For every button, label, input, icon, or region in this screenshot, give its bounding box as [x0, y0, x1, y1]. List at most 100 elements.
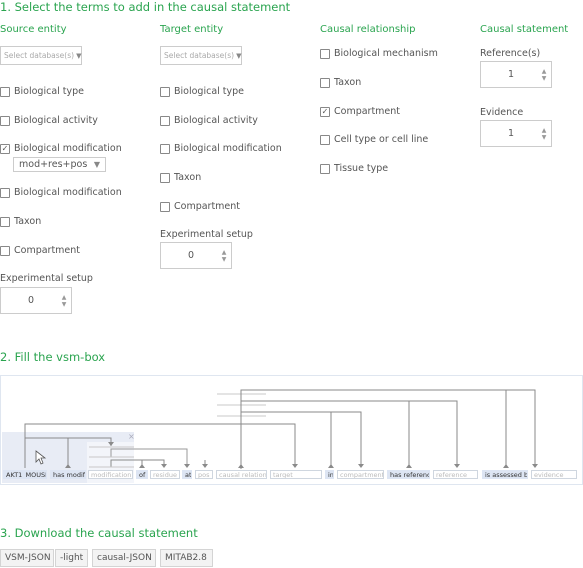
checkbox-icon[interactable]	[160, 201, 170, 212]
target-option-biological-type[interactable]: Biological type	[160, 86, 244, 97]
checkbox-icon[interactable]	[0, 216, 10, 227]
checkbox-icon[interactable]	[320, 163, 330, 174]
source-database-select[interactable]: Select database(s) ▼	[0, 46, 82, 65]
source-option-biological-modification-checked[interactable]: ✓ Biological modification	[0, 143, 122, 154]
vsm-token-at[interactable]: at	[182, 470, 192, 479]
vsm-token-of[interactable]: of	[136, 470, 148, 479]
vsm-field-evidence[interactable]: evidence	[531, 470, 577, 479]
vsm-field-target[interactable]: target	[270, 470, 322, 479]
option-label: Biological type	[14, 86, 85, 97]
target-experimental-setup-input[interactable]: 0 ▲ ▼	[160, 242, 232, 269]
arrow-up-icon[interactable]: ▲	[542, 68, 547, 75]
spinner-value: 0	[187, 250, 195, 261]
relationship-option-biological-mechanism[interactable]: Biological mechanism	[320, 48, 438, 59]
modification-format-value: mod+res+pos	[19, 159, 88, 170]
evidence-label: Evidence	[480, 107, 524, 118]
arrow-up-icon[interactable]: ▲	[62, 294, 67, 301]
target-database-placeholder: Select database(s)	[164, 51, 235, 60]
spinner-arrows[interactable]: ▲ ▼	[537, 127, 551, 141]
checkbox-icon[interactable]	[160, 143, 170, 154]
target-option-biological-activity[interactable]: Biological activity	[160, 115, 258, 126]
checkbox-icon[interactable]	[0, 187, 10, 198]
source-experimental-setup-input[interactable]: 0 ▲ ▼	[0, 287, 72, 314]
option-label: Biological type	[174, 86, 245, 97]
references-input[interactable]: 1 ▲ ▼	[480, 61, 552, 88]
checkbox-checked-icon[interactable]: ✓	[320, 106, 330, 117]
option-label: Taxon	[174, 172, 202, 183]
checkbox-icon[interactable]	[0, 115, 10, 126]
evidence-input[interactable]: 1 ▲ ▼	[480, 120, 552, 147]
option-label: Cell type or cell line	[334, 134, 429, 145]
download-causal-json-button[interactable]: causal-JSON	[92, 549, 156, 567]
target-option-compartment[interactable]: Compartment	[160, 201, 240, 212]
checkbox-icon[interactable]	[320, 77, 330, 88]
section-2-title: 2. Fill the vsm-box	[0, 350, 106, 364]
relationship-option-tissue-type[interactable]: Tissue type	[320, 163, 388, 174]
source-option-biological-type[interactable]: Biological type	[0, 86, 84, 97]
option-label: Biological modification	[174, 143, 282, 154]
section-1-title: 1. Select the terms to add in the causal…	[0, 0, 291, 14]
chevron-down-icon: ▼	[76, 51, 82, 60]
spinner-value: 0	[27, 295, 35, 306]
references-label: Reference(s)	[480, 48, 541, 59]
checkbox-checked-icon[interactable]: ✓	[0, 143, 10, 154]
download-vsm-json-button[interactable]: VSM-JSON	[0, 549, 54, 567]
vsm-field-reference[interactable]: reference	[433, 470, 478, 479]
checkbox-icon[interactable]	[320, 134, 330, 145]
vsm-field-pos[interactable]: pos	[195, 470, 213, 479]
vsm-token-source-entity[interactable]: AKT1_MOUSE	[3, 470, 47, 479]
vsm-field-compartment[interactable]: compartment	[337, 470, 384, 479]
chevron-down-icon: ▼	[236, 51, 242, 60]
arrow-down-icon[interactable]: ▼	[62, 301, 67, 308]
target-option-taxon[interactable]: Taxon	[160, 172, 201, 183]
vsm-field-residue[interactable]: residue	[150, 470, 180, 479]
arrow-up-icon[interactable]: ▲	[542, 127, 547, 134]
vsm-token-in[interactable]: in	[325, 470, 334, 479]
download-mitab-button[interactable]: MITAB2.8	[160, 549, 213, 567]
checkbox-icon[interactable]	[160, 172, 170, 183]
arrow-down-icon[interactable]: ▼	[542, 134, 547, 141]
causal-statement-heading: Causal statement	[480, 24, 569, 35]
checkbox-icon[interactable]	[160, 115, 170, 126]
relationship-option-taxon[interactable]: Taxon	[320, 77, 361, 88]
checkbox-icon[interactable]	[160, 86, 170, 97]
download-vsm-json-light-button[interactable]: -light	[55, 549, 88, 567]
causal-relationship-heading: Causal relationship	[320, 24, 416, 35]
vsm-token-has-modif[interactable]: has modif.	[50, 470, 86, 479]
arrow-down-icon[interactable]: ▼	[222, 256, 227, 263]
chevron-down-icon: ▼	[93, 160, 100, 169]
source-option-biological-modification-2[interactable]: Biological modification	[0, 187, 122, 198]
modification-format-select[interactable]: mod+res+pos ▼	[13, 157, 106, 172]
option-label: Biological mechanism	[334, 48, 438, 59]
spinner-arrows[interactable]: ▲ ▼	[537, 68, 551, 82]
relationship-option-cell-type[interactable]: Cell type or cell line	[320, 134, 428, 145]
vsm-box[interactable]: × AKT1_MOUSE has modif. modification of …	[0, 375, 583, 485]
vsm-field-modification[interactable]: modification	[88, 470, 133, 479]
source-option-compartment[interactable]: Compartment	[0, 245, 80, 256]
source-option-biological-activity[interactable]: Biological activity	[0, 115, 98, 126]
vsm-field-causal-relation[interactable]: causal relation	[216, 470, 267, 479]
arrow-up-icon[interactable]: ▲	[222, 249, 227, 256]
option-label: Compartment	[174, 201, 241, 212]
relationship-option-compartment-checked[interactable]: ✓ Compartment	[320, 106, 400, 117]
target-option-biological-modification[interactable]: Biological modification	[160, 143, 282, 154]
checkbox-icon[interactable]	[0, 86, 10, 97]
arrow-down-icon[interactable]: ▼	[542, 75, 547, 82]
target-database-select[interactable]: Select database(s) ▼	[160, 46, 242, 65]
checkbox-icon[interactable]	[320, 48, 330, 59]
spinner-arrows[interactable]: ▲ ▼	[57, 294, 71, 308]
checkbox-icon[interactable]	[0, 245, 10, 256]
source-option-taxon[interactable]: Taxon	[0, 216, 41, 227]
option-label: Tissue type	[334, 163, 389, 174]
option-label: Biological modification	[14, 187, 122, 198]
mouse-cursor-icon	[35, 450, 47, 465]
vsm-token-is-assessed-by[interactable]: is assessed by	[482, 470, 528, 479]
source-entity-heading: Source entity	[0, 24, 67, 35]
option-label: Compartment	[14, 245, 81, 256]
option-label: Biological activity	[174, 115, 258, 126]
source-database-placeholder: Select database(s)	[4, 51, 75, 60]
section-3-title: 3. Download the causal statement	[0, 526, 198, 540]
option-label: Biological modification	[14, 143, 122, 154]
vsm-token-has-reference[interactable]: has reference	[387, 470, 430, 479]
spinner-arrows[interactable]: ▲ ▼	[217, 249, 231, 263]
